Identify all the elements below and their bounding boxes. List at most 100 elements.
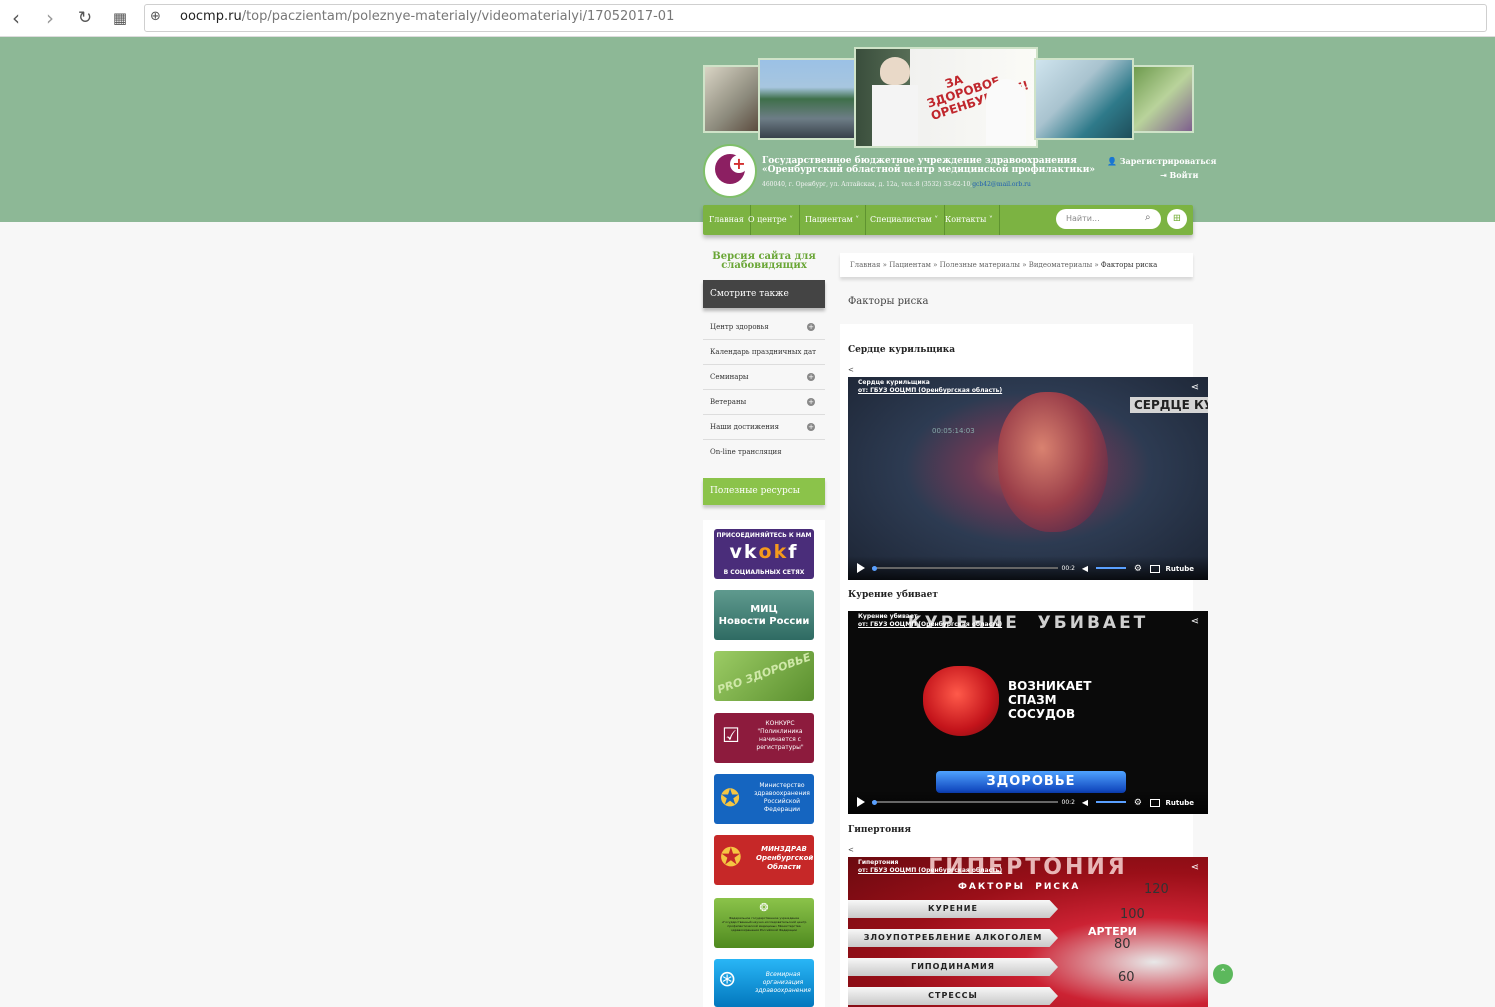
banner-social-bottom: В СОЦИАЛЬНЫХ СЕТЯХ [723,569,805,576]
breadcrumb-sep: » [1092,261,1101,269]
breadcrumb-useful[interactable]: Полезные материалы [940,261,1020,269]
sitemap-icon[interactable]: ⊞ [1167,209,1187,229]
plus-icon[interactable]: + [807,398,815,406]
menu-item-about[interactable]: О центре ˅ [742,205,801,235]
search-placeholder: Найти... [1066,214,1100,223]
banner-mic[interactable]: МИЦ Новости России [714,590,814,640]
rutube-logo[interactable]: Rutube [1166,565,1194,573]
player-title: Сердце курильщика [858,379,930,386]
gauge-number: 80 [1114,937,1131,952]
gear-icon[interactable]: ⚙ [1134,564,1142,574]
banner-federal-text: Федеральное государственное учреждение «… [721,916,807,932]
heart-shape [998,392,1108,532]
login-label: Войти [1169,170,1199,180]
menu-item-patients[interactable]: Пациентам ˅ [799,205,867,235]
player-author[interactable]: от: ГБУЗ ООЦМП (Оренбургская область) [858,621,1002,628]
video-player-3[interactable]: ГИПЕРТОНИЯ ФАКТОРЫ РИСКА КУРЕНИЕ ЗЛОУПОТ… [848,857,1208,1007]
banner-who[interactable]: ⊛ Всемирная организация здравоохранения [714,959,814,1007]
sign-in-icon: ⇥ [1160,170,1167,180]
gauge-number: 120 [1144,882,1169,897]
search-icon[interactable]: ⌕ [1145,212,1151,223]
banner-contest-text: КОНКУРС "Поликлиника начинается с регист… [756,720,804,751]
progress-knob[interactable] [872,566,877,571]
banner-mic-line2: Новости России [718,616,810,627]
banner-federal[interactable]: ❂ Федеральное государственное учреждение… [714,898,814,948]
browser-toolbar: ‹ › ↻ ▦ ⊕ oocmp.ru/top/paczientam/polezn… [0,0,1495,37]
url-text[interactable]: oocmp.ru/top/paczientam/poleznye-materia… [180,9,674,24]
player-author[interactable]: от: ГБУЗ ООЦМП (Оренбургская область) [858,867,1002,874]
play-icon[interactable] [857,797,865,807]
banner-ministry[interactable]: ✪ Министерство здравоохранения Российско… [714,774,814,824]
sidebar-item-online[interactable]: On-line трансляция [703,440,825,464]
progress-knob[interactable] [872,800,877,805]
player-time: 00:2 [1061,799,1075,806]
player-title: Гипертония [858,859,899,866]
progress-track[interactable] [872,567,1058,569]
banner-minzdrav-orb[interactable]: ✪ МИНЗДРАВ Оренбургской Области [714,835,814,885]
plus-icon[interactable]: + [807,423,815,431]
banner-contest[interactable]: ☑ КОНКУРС "Поликлиника начинается с реги… [714,713,814,763]
login-link[interactable]: ⇥ Войти [1160,170,1198,180]
apps-grid-icon[interactable]: ▦ [108,6,132,30]
rutube-logo[interactable]: Rutube [1166,799,1194,807]
plus-icon[interactable]: + [807,323,815,331]
chevron-down-icon: ˅ [988,215,993,224]
player-author[interactable]: от: ГБУЗ ООЦМП (Оренбургская область) [858,387,1002,394]
volume-icon[interactable]: ◀ [1082,564,1088,573]
doctor-figure [880,57,910,85]
volume-slider[interactable] [1096,801,1126,803]
video-player-1[interactable]: Сердце курильщика от: ГБУЗ ООЦМП (Оренбу… [848,377,1208,580]
volume-slider[interactable] [1096,567,1126,569]
org-name-line2: «Оренбургский областной центр медицинско… [762,165,1096,175]
video-player-2[interactable]: КУРЕНИЕ УБИВАЕТ ВОЗНИКАЕТ СПАЗМ СОСУДОВ ЗД… [848,611,1208,814]
progress-track[interactable] [872,801,1058,803]
video-overlay-text: СЕРДЦЕ КУР [1130,397,1208,413]
chevron-down-icon: ˅ [855,215,860,224]
share-icon[interactable]: ⋖ [1191,382,1199,393]
coat-of-arms-icon: ✪ [720,784,741,812]
sidebar-item-calendar[interactable]: Календарь праздничных дат [703,340,825,365]
site-logo[interactable]: + [703,144,757,198]
banner-pro-zdorovye[interactable]: PRO ЗДОРОВЬЕ [714,651,814,701]
email-link[interactable]: gcb42@mail.orb.ru [972,181,1031,188]
share-icon[interactable]: ⋖ [1191,862,1199,873]
volume-icon[interactable]: ◀ [1082,798,1088,807]
globe-icon: ⊕ [150,9,161,24]
sidebar-item-health-center[interactable]: Центр здоровья + [703,315,825,340]
sidebar-item-achievements[interactable]: Наши достижения + [703,415,825,440]
breadcrumb-home[interactable]: Главная [840,261,880,269]
breadcrumb-videos[interactable]: Видеоматериалы [1029,261,1092,269]
reload-icon[interactable]: ↻ [73,6,97,30]
back-icon[interactable]: ‹ [4,6,28,30]
breadcrumb-current: Факторы риска [1100,261,1158,269]
logo-cross-icon: + [730,155,748,173]
share-icon[interactable]: ⋖ [1191,616,1199,627]
sidebar-item-veterans[interactable]: Ветераны + [703,390,825,415]
breadcrumb-sep: » [930,261,940,269]
register-link[interactable]: 👤 Зарегистрироваться [1107,156,1216,166]
fullscreen-icon[interactable] [1150,565,1160,573]
subtext-line2: СПАЗМ [1008,693,1057,707]
fullscreen-icon[interactable] [1150,799,1160,807]
gear-icon[interactable]: ⚙ [1134,798,1142,808]
play-icon[interactable] [857,563,865,573]
menu-item-contacts[interactable]: Контакты ˅ [939,205,1000,235]
breadcrumb: Главная » Пациентам » Полезные материалы… [840,253,1193,277]
scroll-to-top-button[interactable]: ˄ [1213,964,1233,984]
low-vision-link[interactable]: Версия сайта для слабовидящих [703,252,825,271]
heart-shape [923,666,999,736]
forward-icon[interactable]: › [38,6,62,30]
header-photo-2 [758,58,858,140]
useful-resources-header: Полезные ресурсы [703,478,825,505]
sidebar-item-label: Календарь праздничных дат [710,348,817,356]
sidebar-item-label: On-line трансляция [710,448,782,456]
menu-item-specialists[interactable]: Специалистам ˅ [864,205,946,235]
subtext-line1: ВОЗНИКАЕТ [1008,679,1092,693]
plus-icon[interactable]: + [807,373,815,381]
video-subtitle: ФАКТОРЫ РИСКА [958,882,1081,892]
sidebar-item-seminars[interactable]: Семинары + [703,365,825,390]
user-plus-icon: 👤 [1107,156,1117,166]
banner-social[interactable]: ПРИСОЕДИНЯЙТЕСЬ К НАМ vkokf В СОЦИАЛЬНЫХ… [714,529,814,579]
menu-label: Пациентам [805,215,853,224]
breadcrumb-patients[interactable]: Пациентам [889,261,931,269]
